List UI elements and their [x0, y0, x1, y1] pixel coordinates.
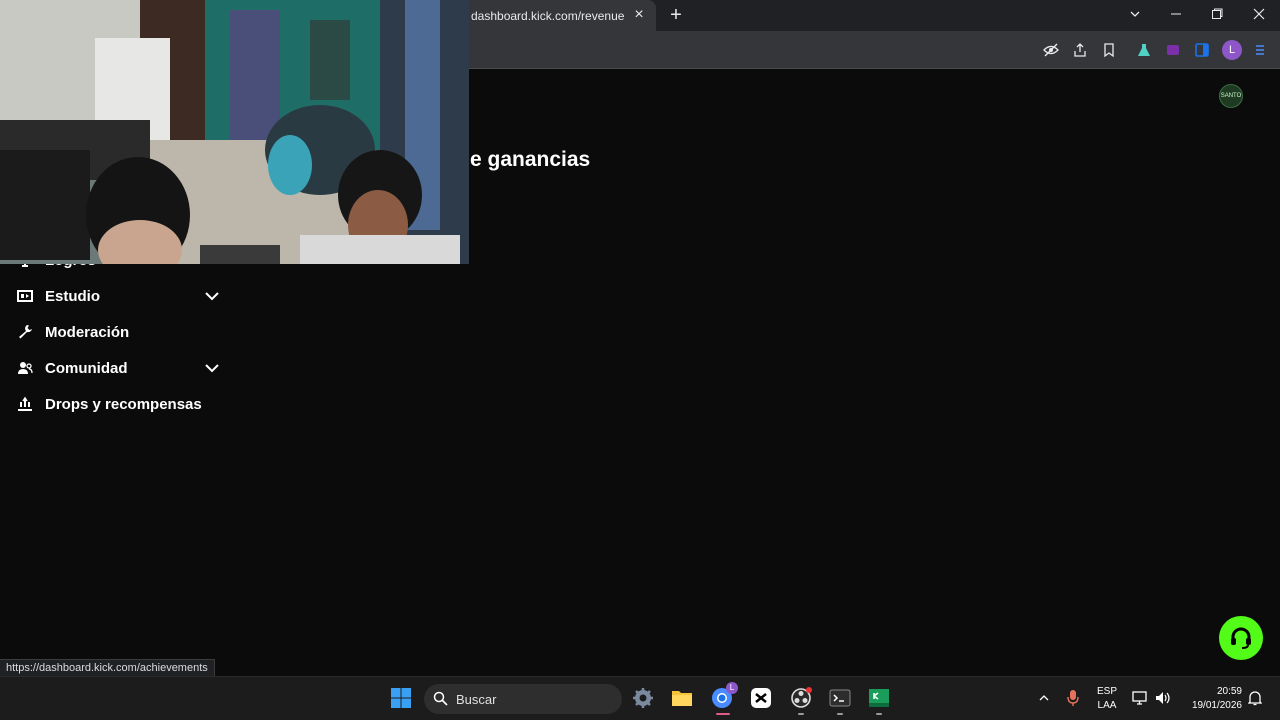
obs-studio-icon[interactable]	[789, 686, 813, 710]
language-code: ESP	[1096, 686, 1117, 697]
network-icon[interactable]	[1129, 686, 1153, 710]
sidebar-item-label: Drops y recompensas	[45, 395, 202, 413]
input-language-indicator[interactable]: ESP LAA	[1094, 685, 1120, 713]
sidebar-item-moderacion[interactable]: Moderación	[10, 316, 220, 348]
clock-time: 20:59	[1216, 686, 1242, 697]
browser-tab-revenue[interactable]: dashboard.kick.com/revenue ×	[460, 0, 656, 31]
obs-running-indicator	[798, 713, 804, 715]
new-tab-button[interactable]: +	[666, 5, 686, 25]
terminal-icon[interactable]	[828, 686, 852, 710]
status-url-tooltip: https://dashboard.kick.com/achievements	[0, 659, 215, 677]
sidebar-item-comunidad[interactable]: Comunidad	[10, 352, 220, 384]
studio-icon	[16, 287, 34, 305]
close-window-icon[interactable]	[1249, 5, 1269, 25]
keyboard-layout: LAA	[1097, 700, 1117, 711]
channel-avatar-text: SANTO	[1220, 93, 1242, 99]
chevron-down-icon[interactable]	[204, 288, 220, 304]
sidebar-item-label: Moderación	[45, 323, 130, 341]
tab-search-chevron-icon[interactable]	[1125, 5, 1145, 25]
sidebar-item-estudio[interactable]: Estudio	[10, 280, 220, 312]
sidebar-item-label: Comunidad	[45, 359, 128, 377]
taskbar-clock[interactable]: 20:59 19/01/2026	[1180, 685, 1242, 713]
share-icon[interactable]	[1071, 41, 1089, 59]
sidebar-item-drops[interactable]: Drops y recompensas	[10, 388, 220, 420]
file-explorer-icon[interactable]	[670, 686, 694, 710]
search-icon	[433, 691, 448, 709]
eye-slash-icon[interactable]	[1042, 41, 1060, 59]
bookmark-icon[interactable]	[1100, 41, 1118, 59]
volume-icon[interactable]	[1151, 686, 1175, 710]
purple-extension-icon[interactable]	[1164, 41, 1182, 59]
wrench-icon	[16, 323, 34, 341]
profile-avatar[interactable]: L	[1222, 40, 1242, 60]
windows-start-icon[interactable]	[389, 686, 413, 710]
support-chat-button[interactable]	[1219, 616, 1263, 660]
chrome-icon[interactable]: L	[710, 682, 738, 710]
sidebar-item-label: Estudio	[45, 287, 100, 305]
chevron-up-icon[interactable]	[1032, 686, 1056, 710]
terminal-running-indicator	[837, 713, 843, 715]
chrome-profile-badge: L	[726, 682, 738, 694]
headset-icon	[1231, 627, 1251, 649]
close-tab-button[interactable]: ×	[630, 6, 648, 24]
drops-icon	[16, 395, 34, 413]
menu-icon[interactable]	[1251, 41, 1269, 59]
microphone-icon[interactable]	[1061, 686, 1085, 710]
search-placeholder: Buscar	[456, 691, 497, 707]
side-panel-icon[interactable]	[1193, 41, 1211, 59]
tab-title: dashboard.kick.com/revenue	[471, 8, 625, 23]
capcut-icon[interactable]	[749, 686, 773, 710]
minimize-window-icon[interactable]	[1166, 5, 1186, 25]
page-title: e ganancias	[470, 148, 591, 171]
kick-app-running-indicator	[876, 713, 882, 715]
settings-gear-icon[interactable]	[631, 686, 655, 710]
restore-window-icon[interactable]	[1207, 5, 1227, 25]
flask-extension-icon[interactable]	[1135, 41, 1153, 59]
notification-bell-icon[interactable]	[1243, 686, 1267, 710]
clock-date: 19/01/2026	[1191, 700, 1242, 711]
kick-app-icon[interactable]	[867, 686, 891, 710]
webcam-overlay	[0, 0, 469, 264]
chevron-down-icon[interactable]	[204, 360, 220, 376]
users-icon	[16, 359, 34, 377]
channel-avatar[interactable]: SANTO	[1219, 84, 1243, 108]
chrome-active-indicator	[716, 713, 730, 715]
taskbar-search[interactable]: Buscar	[424, 684, 622, 714]
